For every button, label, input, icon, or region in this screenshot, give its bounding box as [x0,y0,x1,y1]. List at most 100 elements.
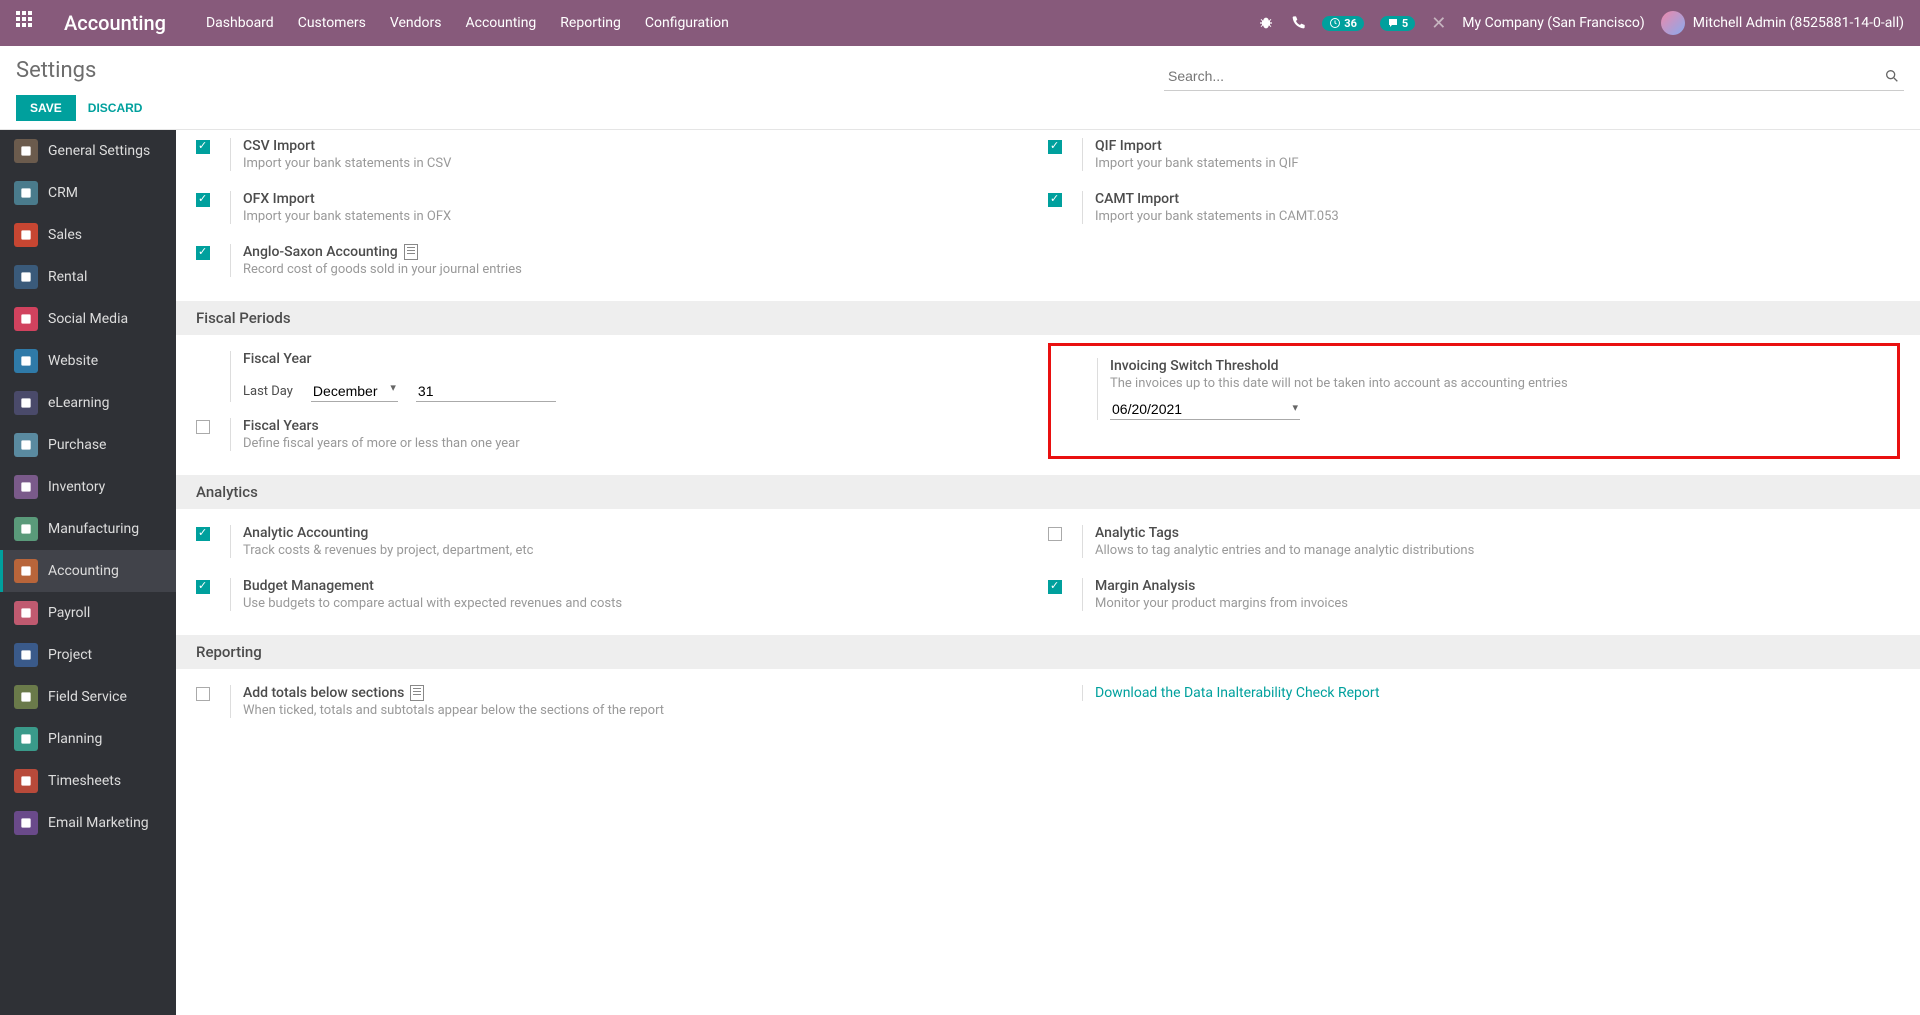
phone-icon[interactable] [1290,15,1306,31]
sidebar-item-label: Project [48,647,92,663]
totals-below-checkbox[interactable] [196,687,210,701]
sidebar-item-website[interactable]: Website [0,340,176,382]
anglo-checkbox[interactable] [196,246,210,260]
margin-analysis-desc: Monitor your product margins from invoic… [1095,596,1900,611]
chat-count: 5 [1402,17,1408,30]
menu-configuration[interactable]: Configuration [645,15,729,31]
top-navbar: Accounting Dashboard Customers Vendors A… [0,0,1920,46]
camt-import-desc: Import your bank statements in CAMT.053 [1095,209,1900,224]
app-icon [14,601,38,625]
menu-dashboard[interactable]: Dashboard [206,15,274,31]
ofx-import-desc: Import your bank statements in OFX [243,209,1048,224]
sidebar-item-sales[interactable]: Sales [0,214,176,256]
dicr-link[interactable]: Download the Data Inalterability Check R… [1095,685,1380,701]
menu-customers[interactable]: Customers [298,15,366,31]
sidebar-item-email-marketing[interactable]: Email Marketing [0,802,176,844]
sidebar-item-project[interactable]: Project [0,634,176,676]
settings-content[interactable]: CSV Import Import your bank statements i… [176,130,1920,1015]
clock-badge[interactable]: 36 [1322,16,1364,31]
budget-mgmt-checkbox[interactable] [196,580,210,594]
ist-date-input[interactable] [1110,399,1300,420]
camt-import-checkbox[interactable] [1048,193,1062,207]
app-brand[interactable]: Accounting [64,11,166,35]
settings-sidebar: General SettingsCRMSales Rental Social Med… [0,130,176,1015]
user-menu[interactable]: Mitchell Admin (8525881-14-0-all) [1661,11,1904,35]
section-fiscal-periods: Fiscal Periods [176,301,1920,335]
csv-import-title: CSV Import [243,138,1048,154]
sidebar-item-label: Field Service [48,689,127,705]
totals-below-title: Add totals below sections [243,685,1048,701]
csv-import-desc: Import your bank statements in CSV [243,156,1048,171]
discard-button[interactable]: DISCARD [88,101,143,115]
sidebar-item-timesheets[interactable]: Timesheets [0,760,176,802]
clock-count: 36 [1344,17,1357,30]
app-icon [14,559,38,583]
sidebar-item-inventory[interactable]: Inventory [0,466,176,508]
clock-icon [1329,17,1341,29]
sidebar-item-label: eLearning [48,395,109,411]
search-icon[interactable] [1884,68,1900,84]
sidebar-item-label: Purchase [48,437,106,453]
main-menu: Dashboard Customers Vendors Accounting R… [206,15,1258,31]
doc-icon[interactable] [404,244,418,260]
app-icon [14,433,38,457]
menu-reporting[interactable]: Reporting [560,15,621,31]
analytic-accounting-checkbox[interactable] [196,527,210,541]
section-analytics: Analytics [176,475,1920,509]
fiscal-years-checkbox[interactable] [196,420,210,434]
menu-vendors[interactable]: Vendors [390,15,442,31]
sidebar-item-label: Payroll [48,605,90,621]
sidebar-item-payroll[interactable]: Payroll [0,592,176,634]
sidebar-item-label: Manufacturing [48,521,139,537]
app-icon [14,685,38,709]
sidebar-item-manufacturing[interactable]: Manufacturing [0,508,176,550]
margin-analysis-checkbox[interactable] [1048,580,1062,594]
control-panel: Settings SAVE DISCARD [0,46,1920,130]
fiscal-day-input[interactable] [416,381,556,402]
app-icon [14,769,38,793]
budget-mgmt-title: Budget Management [243,578,1048,594]
sidebar-item-label: Timesheets [48,773,121,789]
doc-icon[interactable] [410,685,424,701]
sidebar-item-general-settings[interactable]: General Settings [0,130,176,172]
sidebar-item-crm[interactable]: CRM [0,172,176,214]
app-icon [14,139,38,163]
sidebar-item-social-media[interactable]: Social Media [0,298,176,340]
nav-right: 36 5 ✕ My Company (San Francisco) Mitche… [1258,11,1904,35]
sidebar-item-label: Rental [48,269,87,285]
app-icon [14,811,38,835]
margin-analysis-title: Margin Analysis [1095,578,1900,594]
fiscal-year-title: Fiscal Year [243,351,1048,367]
sidebar-item-label: Accounting [48,563,119,579]
apps-grid-icon[interactable] [16,11,40,35]
analytic-tags-desc: Allows to tag analytic entries and to ma… [1095,543,1900,558]
qif-import-checkbox[interactable] [1048,140,1062,154]
fiscal-month-select[interactable]: December [311,381,398,402]
totals-below-title-text: Add totals below sections [243,685,404,701]
company-selector[interactable]: My Company (San Francisco) [1462,15,1644,31]
app-icon [14,391,38,415]
sidebar-item-elearning[interactable]: eLearning [0,382,176,424]
save-button[interactable]: SAVE [16,95,76,121]
totals-below-desc: When ticked, totals and subtotals appear… [243,703,1048,718]
sidebar-item-purchase[interactable]: Purchase [0,424,176,466]
chat-badge[interactable]: 5 [1380,16,1415,31]
invoicing-switch-threshold-box: Invoicing Switch Threshold The invoices … [1048,343,1900,459]
app-icon [14,307,38,331]
sidebar-item-field-service[interactable]: Field Service [0,676,176,718]
sidebar-item-label: Inventory [48,479,105,495]
sidebar-item-planning[interactable]: Planning [0,718,176,760]
search-input[interactable] [1164,62,1904,91]
csv-import-checkbox[interactable] [196,140,210,154]
analytic-accounting-title: Analytic Accounting [243,525,1048,541]
app-icon [14,223,38,247]
anglo-title: Anglo-Saxon Accounting [243,244,1048,260]
close-icon[interactable]: ✕ [1431,13,1446,34]
ofx-import-checkbox[interactable] [196,193,210,207]
app-icon [14,265,38,289]
analytic-tags-checkbox[interactable] [1048,527,1062,541]
sidebar-item-rental[interactable]: Rental [0,256,176,298]
bug-icon[interactable] [1258,15,1274,31]
menu-accounting[interactable]: Accounting [465,15,536,31]
sidebar-item-accounting[interactable]: Accounting [0,550,176,592]
